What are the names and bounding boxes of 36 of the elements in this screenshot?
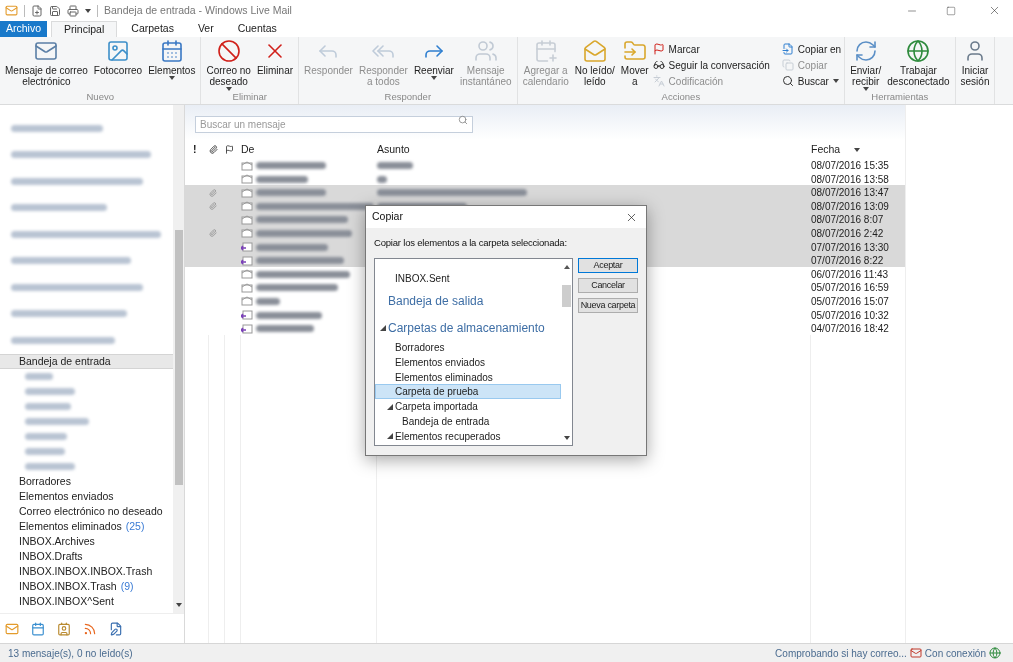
date-cell-text: 08/07/2016 13:58 bbox=[811, 172, 890, 187]
date-cell-text: 08/07/2016 13:09 bbox=[811, 199, 890, 214]
folder-name: Elementos eliminados bbox=[19, 518, 122, 534]
date-cell-text: 05/07/2016 10:32 bbox=[811, 308, 890, 323]
unread-count: (25) bbox=[125, 518, 145, 534]
folder-name: Bandeja de entrada bbox=[19, 353, 111, 369]
date-cell-text: 07/07/2016 13:30 bbox=[811, 240, 890, 255]
date-cell-text: 05/07/2016 15:07 bbox=[811, 294, 890, 309]
connection-status: Con conexión bbox=[924, 646, 986, 661]
dialog-title: Copiar bbox=[372, 209, 403, 225]
group-label: Nuevo bbox=[85, 91, 115, 104]
status-text: 13 mensaje(s), 0 no leído(s) bbox=[8, 646, 133, 661]
dialog-prompt: Copiar los elementos a la carpeta seleccionada: bbox=[374, 236, 568, 250]
date-cell-text: 08/07/2016 2:42 bbox=[811, 226, 885, 241]
date-cell-text: 07/07/2016 8:22 bbox=[811, 254, 885, 269]
folder-name: INBOX.INBOX.Trash bbox=[19, 578, 117, 594]
folder-name: Correo electrónico no deseado bbox=[19, 503, 163, 519]
status-text: Comprobando si hay correo... bbox=[775, 646, 907, 661]
date-cell-text: 04/07/2016 18:42 bbox=[811, 322, 890, 337]
window-title: Bandeja de entrada - Windows Live Mail bbox=[104, 2, 292, 18]
date-cell-text: 06/07/2016 11:43 bbox=[811, 267, 890, 282]
unread-count: (9) bbox=[120, 578, 134, 594]
date-cell-text: 05/07/2016 16:59 bbox=[811, 281, 890, 296]
group-label: Responder bbox=[383, 91, 433, 104]
folder-name: INBOX.Archives bbox=[19, 533, 95, 549]
date-cell-text: 08/07/2016 8:07 bbox=[811, 213, 885, 228]
folder-name: INBOX.INBOX.INBOX.Trash bbox=[19, 563, 153, 579]
group-label: Herramientas bbox=[870, 91, 930, 104]
date-cell-text: 08/07/2016 13:47 bbox=[811, 186, 890, 201]
group-label: Eliminar bbox=[231, 91, 268, 104]
folder-name: Elementos enviados bbox=[19, 488, 114, 504]
group-label: Acciones bbox=[660, 91, 702, 104]
folder-name: INBOX.INBOX^Sent bbox=[19, 593, 114, 609]
folder-name: INBOX.Drafts bbox=[19, 548, 83, 564]
folder-name: Borradores bbox=[19, 473, 71, 489]
date-cell-text: 08/07/2016 15:35 bbox=[811, 159, 890, 173]
